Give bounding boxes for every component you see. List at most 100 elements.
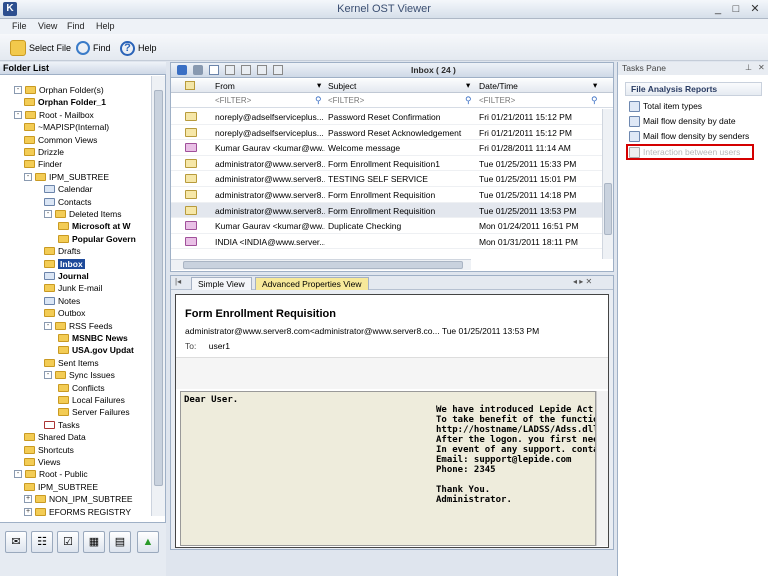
report-mail-flow-by-date[interactable]: Mail flow density by date (629, 114, 736, 128)
mail-list-hscrollbar[interactable] (171, 259, 471, 270)
menu-file[interactable]: File (12, 21, 27, 31)
help-button[interactable]: ? Help (120, 39, 157, 57)
day-view-icon[interactable] (225, 65, 235, 75)
folder-item[interactable]: - RSS Feeds (44, 320, 112, 332)
folder-item[interactable]: Notes (44, 295, 80, 307)
folder-item[interactable]: Finder (24, 158, 62, 170)
folder-item[interactable]: MSNBC News (58, 332, 128, 344)
contacts-icon[interactable] (193, 65, 203, 75)
folder-item[interactable]: - Deleted Items (44, 208, 121, 220)
folder-item[interactable]: Junk E-mail (44, 282, 102, 294)
filter-date-search-icon[interactable]: ⚲ (591, 95, 598, 106)
menu-view[interactable]: View (38, 21, 57, 31)
expand-toggle-icon[interactable]: + (24, 507, 32, 516)
filter-subject[interactable]: <FILTER> (328, 96, 364, 105)
tasks-view-icon[interactable]: ☑ (57, 531, 79, 553)
column-subject-dropdown[interactable]: ▾ (466, 80, 470, 91)
report-total-item-types[interactable]: Total item types (629, 99, 702, 113)
message-body-scrollbar[interactable] (596, 391, 608, 546)
maximize-button[interactable]: □ (728, 2, 744, 16)
expand-toggle-icon[interactable]: - (14, 86, 22, 94)
menu-find[interactable]: Find (67, 21, 85, 31)
filter-date[interactable]: <FILTER> (479, 96, 515, 105)
mail-row[interactable]: administrator@www.server8... Form Enrollm… (171, 187, 603, 203)
select-file-button[interactable]: Select File (10, 39, 71, 57)
expand-toggle-icon[interactable]: + (24, 495, 32, 504)
filter-from[interactable]: <FILTER> (215, 96, 251, 105)
find-button[interactable]: Find (76, 39, 111, 57)
journal-view-icon[interactable]: ▤ (109, 531, 131, 553)
folder-item[interactable]: Shortcuts (24, 444, 74, 456)
mail-list-vscrollbar[interactable] (602, 109, 613, 259)
folder-item[interactable]: Tasks (44, 419, 80, 431)
folder-item[interactable]: Conflicts (58, 382, 105, 394)
mail-view-icon[interactable]: ✉ (5, 531, 27, 553)
folder-item[interactable]: + EFORMS REGISTRY (24, 506, 131, 516)
report-mail-flow-by-senders[interactable]: Mail flow density by senders (629, 129, 749, 143)
folder-item[interactable]: Shared Data (24, 431, 86, 443)
mail-row[interactable]: Kumar Gaurav <kumar@ww... Welcome message… (171, 140, 603, 156)
folder-item[interactable]: - IPM_SUBTREE (24, 171, 109, 183)
minimize-button[interactable]: _ (710, 2, 726, 16)
mail-row[interactable]: administrator@www.server8... Form Enrollm… (171, 202, 603, 219)
column-date-dropdown[interactable]: ▾ (593, 80, 597, 91)
expand-toggle-icon[interactable]: - (24, 172, 32, 181)
column-subject[interactable]: Subject (328, 81, 356, 91)
folder-item[interactable]: Popular Govern (58, 233, 136, 245)
folder-item[interactable]: Local Failures (58, 394, 125, 406)
filter-from-search-icon[interactable]: ⚲ (315, 95, 322, 106)
menu-help[interactable]: Help (96, 21, 115, 31)
filter-subject-search-icon[interactable]: ⚲ (465, 95, 472, 106)
folder-item[interactable]: - Root - Mailbox (14, 109, 94, 121)
mail-row[interactable]: administrator@www.server8... TESTING SELF… (171, 171, 603, 187)
folder-item[interactable]: Contacts (44, 196, 92, 208)
expand-toggle-icon[interactable]: - (44, 210, 52, 218)
folder-item[interactable]: Drafts (44, 245, 81, 257)
mail-row[interactable]: Kumar Gaurav <kumar@ww... Duplicate Check… (171, 218, 603, 234)
mail-row[interactable]: noreply@adselfserviceplus... Password Res… (171, 125, 603, 141)
expand-toggle-icon[interactable]: - (44, 371, 52, 380)
folder-item[interactable]: Views (24, 456, 61, 468)
folder-item[interactable]: Sent Items (44, 357, 99, 369)
expand-toggle-icon[interactable]: - (14, 110, 22, 119)
column-date[interactable]: Date/Time (479, 81, 518, 91)
folder-item[interactable]: Inbox (44, 258, 85, 270)
folder-item[interactable]: IPM_SUBTREE (24, 481, 98, 493)
folder-item[interactable]: Common Views (24, 134, 97, 146)
week-view-icon[interactable] (257, 65, 267, 75)
mail-row[interactable]: noreply@adselfserviceplus... Password Res… (171, 109, 603, 125)
report-interaction-between-users[interactable]: Interaction between users (626, 144, 754, 160)
mail-row[interactable]: INDIA <INDIA@www.server... Mon 01/31/2011… (171, 234, 603, 250)
folder-item[interactable]: Microsoft at W (58, 220, 131, 232)
expand-toggle-icon[interactable]: - (14, 470, 22, 479)
folder-item[interactable]: Server Failures (58, 406, 130, 418)
folder-item[interactable]: ~MAPISP(Internal) (24, 121, 109, 133)
month-view-icon[interactable] (273, 65, 283, 75)
folder-item[interactable]: + NON_IPM_SUBTREE (24, 493, 133, 505)
expand-toggle-icon[interactable]: - (44, 321, 52, 330)
folder-item[interactable]: Calendar (44, 183, 93, 195)
folder-item[interactable]: - Root - Public (14, 468, 88, 480)
up-arrow-icon[interactable]: ▲ (137, 531, 159, 553)
tasks-close-icon[interactable]: ✕ (758, 63, 765, 72)
folder-item[interactable]: Outbox (44, 307, 85, 319)
folder-item[interactable]: Drizzle (24, 146, 64, 158)
folder-item[interactable]: Orphan Folder_1 (24, 96, 106, 108)
pin-icon[interactable]: ⊥ (745, 63, 752, 72)
folder-item[interactable]: USA.gov Updat (58, 344, 134, 356)
tab-scroll-left-icon[interactable]: |◂ (175, 277, 181, 286)
tab-nav-arrows-icon[interactable]: ◂ ▸ ✕ (573, 277, 592, 286)
column-from-dropdown[interactable]: ▾ (317, 80, 321, 91)
folder-item[interactable]: - Orphan Folder(s) (14, 84, 104, 96)
column-from[interactable]: From (215, 81, 235, 91)
close-button[interactable]: ✕ (747, 2, 763, 16)
tab-simple-view[interactable]: Simple View (191, 277, 252, 290)
tasks-icon[interactable] (209, 65, 219, 75)
mail-row[interactable]: administrator@www.server8... Form Enrollm… (171, 156, 603, 172)
notes-view-icon[interactable]: ▦ (83, 531, 105, 553)
folder-item[interactable]: - Sync Issues (44, 369, 115, 381)
contacts-view-icon[interactable]: ☷ (31, 531, 53, 553)
tab-advanced-properties-view[interactable]: Advanced Properties View (255, 277, 369, 290)
work-week-icon[interactable] (241, 65, 251, 75)
refresh-icon[interactable] (177, 65, 187, 75)
